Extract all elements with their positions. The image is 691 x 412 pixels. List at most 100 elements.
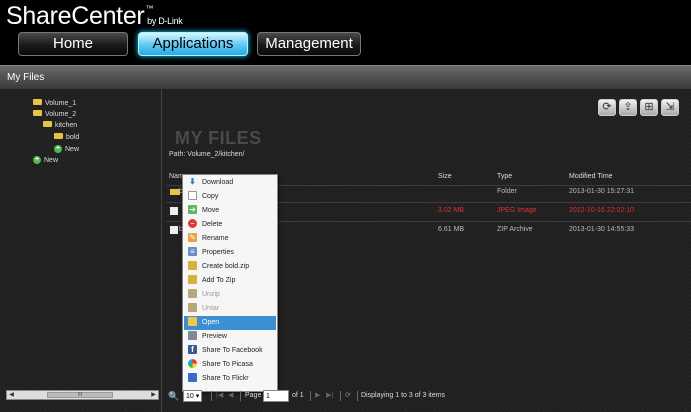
rename-icon: ✎ — [188, 232, 197, 242]
add-to-zip-icon — [188, 274, 197, 284]
menu-item-preview[interactable]: Preview — [184, 330, 276, 344]
menu-item-label: Preview — [202, 333, 227, 340]
scroll-right-arrow-icon[interactable]: ▶ — [149, 391, 158, 399]
display-status: Displaying 1 to 3 of 3 items — [361, 392, 446, 399]
tree-item-label: Volume_2 — [45, 111, 77, 118]
brand-by-dlink: by D-Link — [147, 16, 183, 26]
prev-page-icon[interactable]: ◀ — [228, 390, 233, 402]
add-icon: + — [54, 145, 62, 153]
nav-applications-button[interactable]: Applications — [138, 32, 248, 56]
create-zip-icon — [188, 260, 197, 270]
menu-item-label: Untar — [202, 305, 220, 312]
last-page-icon[interactable]: ▶| — [326, 390, 333, 402]
nav-home-button[interactable]: Home — [18, 32, 128, 56]
menu-item-share-facebook[interactable]: f Share To Facebook — [184, 344, 276, 358]
download-icon: ⬇ — [189, 176, 196, 186]
file-modified: 2013-01-30 15:27:31 — [569, 188, 634, 195]
tree-item-label: bold — [66, 134, 80, 141]
folder-icon — [43, 121, 52, 128]
menu-item-share-flickr[interactable]: Share To Flickr — [184, 372, 276, 386]
column-header-size[interactable]: Size — [438, 173, 452, 180]
add-icon: + — [33, 156, 41, 164]
column-header-type[interactable]: Type — [497, 173, 512, 180]
folder-tree: Volume_1 Volume_2 kitchen bold + New + New… — [0, 89, 162, 412]
download-toolbar-icon[interactable]: ⇲ — [661, 99, 679, 116]
folder-icon — [33, 110, 42, 117]
scroll-left-arrow-icon[interactable]: ◀ — [7, 391, 16, 399]
menu-item-label: Properties — [202, 249, 234, 256]
page-size-select[interactable]: 10 ▾ — [183, 390, 203, 402]
tree-item-new-subfolder[interactable]: + New — [54, 145, 79, 153]
file-context-menu: ⬇ Download Copy ➔ Move − Delete ✎ Rename ≡ Pr… — [182, 174, 278, 392]
menu-item-create-zip[interactable]: Create bold.zip — [184, 260, 276, 274]
move-icon: ➔ — [188, 204, 197, 214]
menu-item-open[interactable]: Open — [184, 316, 276, 330]
next-page-icon[interactable]: ▶ — [315, 390, 320, 402]
column-header-modified[interactable]: Modified Time — [569, 173, 613, 180]
menu-item-untar: Untar — [184, 302, 276, 316]
search-icon[interactable]: 🔍 — [168, 390, 179, 402]
file-type: Folder — [497, 188, 517, 195]
my-files-title: MY FILES — [175, 128, 262, 148]
folder-icon — [54, 133, 63, 140]
sharecenter-logo: ShareCenter™ by D-Link — [6, 2, 183, 31]
menu-item-rename[interactable]: ✎ Rename — [184, 232, 276, 246]
refresh-icon[interactable]: ⟳ — [598, 99, 616, 116]
untar-icon — [188, 302, 197, 312]
menu-item-label: Unzip — [202, 291, 220, 298]
tree-item-kitchen[interactable]: kitchen — [43, 121, 77, 129]
path-bar: Path: Volume_2/kitchen/ — [169, 151, 245, 158]
properties-icon: ≡ — [188, 246, 197, 256]
page-number-input[interactable]: 1 — [263, 390, 289, 402]
panel-title: My Files — [0, 65, 691, 89]
delete-icon: − — [188, 218, 197, 228]
file-modified: 2013-01-30 14:55:33 — [569, 226, 634, 233]
reload-icon[interactable]: ⟳ — [345, 390, 351, 402]
first-page-icon[interactable]: |◀ — [216, 390, 223, 402]
page-label: Page — [245, 392, 262, 399]
menu-item-label: Share To Facebook — [202, 347, 263, 354]
brand-trademark: ™ — [145, 4, 154, 13]
menu-item-label: Delete — [202, 221, 223, 228]
copy-icon — [188, 190, 197, 200]
tree-item-volume-1[interactable]: Volume_1 — [33, 99, 76, 107]
menu-item-delete[interactable]: − Delete — [184, 218, 276, 232]
tree-item-label: New — [65, 145, 80, 153]
tree-item-volume-2[interactable]: Volume_2 — [33, 110, 77, 118]
open-folder-icon — [188, 316, 197, 326]
pager-divider — [240, 391, 241, 401]
facebook-icon: f — [188, 344, 197, 354]
picasa-icon — [188, 358, 197, 368]
menu-item-copy[interactable]: Copy — [184, 190, 276, 204]
upload-icon[interactable]: ⇪ — [619, 99, 637, 116]
nav-management-button[interactable]: Management — [257, 32, 361, 56]
tree-item-bold[interactable]: bold — [54, 133, 80, 141]
pager-divider — [211, 391, 212, 401]
pagination-bar: 🔍 10 ▾ |◀ ◀ Page 1 of 1 ▶ ▶| ⟳ Displayin… — [166, 390, 486, 404]
menu-item-label: Share To Flickr — [202, 375, 249, 382]
file-type: JPEG Image — [497, 207, 537, 214]
brand-name: ShareCenter — [6, 2, 145, 30]
file-modified: 2012-10-16 22:02:10 — [569, 207, 634, 214]
page-total: of 1 — [292, 392, 304, 399]
new-folder-icon[interactable]: ⊞ — [640, 99, 658, 116]
file-size: 3.02 MB — [438, 207, 465, 214]
menu-item-properties[interactable]: ≡ Properties — [184, 246, 276, 260]
pager-divider — [357, 391, 358, 401]
unzip-icon — [188, 288, 197, 298]
menu-item-unzip: Unzip — [184, 288, 276, 302]
menu-item-label: Copy — [202, 193, 219, 200]
scroll-thumb[interactable]: III — [47, 392, 113, 398]
menu-item-add-to-zip[interactable]: Add To Zip — [184, 274, 276, 288]
menu-item-share-picasa[interactable]: Share To Picasa — [184, 358, 276, 372]
flickr-icon — [188, 372, 197, 382]
tree-item-new-folder[interactable]: + New — [33, 156, 58, 164]
file-type: ZIP Archive — [497, 226, 533, 233]
menu-item-download[interactable]: ⬇ Download — [184, 176, 276, 190]
menu-item-move[interactable]: ➔ Move — [184, 204, 276, 218]
menu-item-label: Move — [202, 207, 220, 214]
menu-item-label: Rename — [202, 235, 229, 242]
tree-horizontal-scrollbar[interactable]: ◀ III ▶ — [6, 390, 159, 400]
menu-item-label: Download — [202, 179, 234, 186]
menu-item-label: Share To Picasa — [202, 361, 253, 368]
